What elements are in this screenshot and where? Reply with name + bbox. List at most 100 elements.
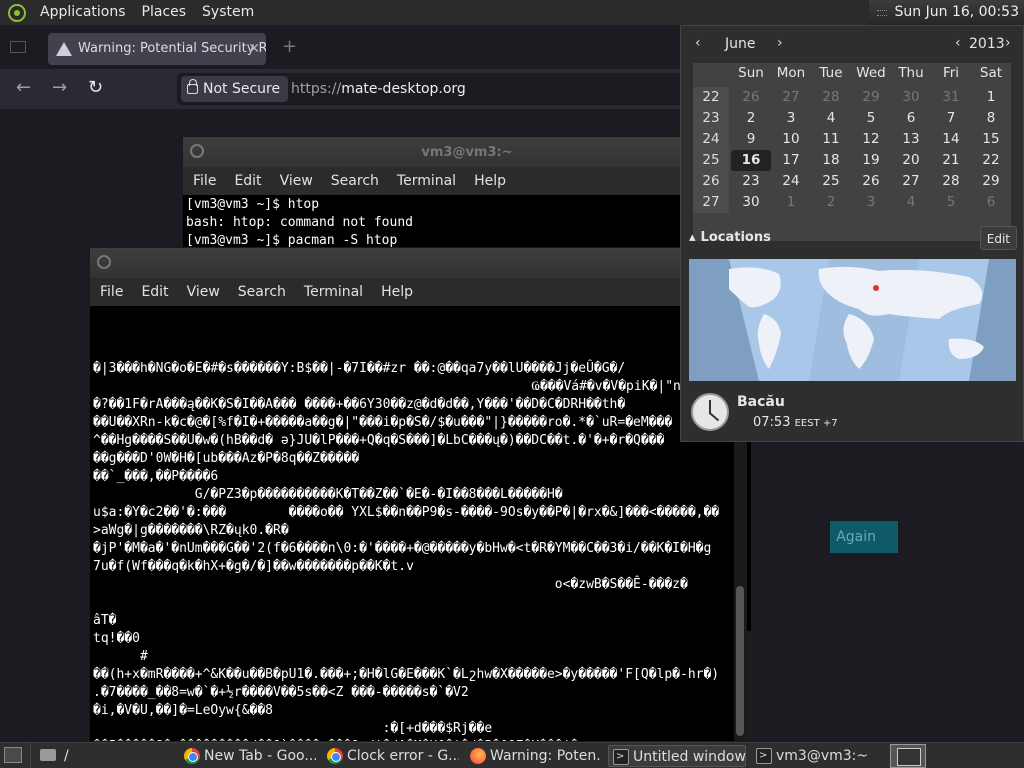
calendar-day[interactable]: 6 xyxy=(891,108,931,129)
calendar-day[interactable]: 18 xyxy=(811,150,851,171)
folder-icon[interactable] xyxy=(40,749,56,761)
applications-menu[interactable]: Applications xyxy=(32,0,134,25)
terminal-line: �jP'�M�a�'�nUm���G��'2(f�6����n\0:�'����… xyxy=(93,541,712,556)
system-menu[interactable]: System xyxy=(194,0,262,25)
show-desktop-icon[interactable] xyxy=(4,747,22,763)
calendar-day[interactable]: 19 xyxy=(851,150,891,171)
menu-edit[interactable]: Edit xyxy=(232,167,269,195)
calendar-day[interactable]: 24 xyxy=(771,171,811,192)
calendar-day[interactable]: 29 xyxy=(971,171,1011,192)
new-tab-button[interactable]: + xyxy=(282,36,297,57)
calendar-day[interactable]: 5 xyxy=(931,192,971,213)
calendar-week-row: 22 26 27 28 29 30 31 1 xyxy=(693,87,1011,108)
calendar-day[interactable]: 26 xyxy=(851,171,891,192)
panel-clock[interactable]: Sun Jun 16, 00:53 xyxy=(868,0,1024,25)
menu-search[interactable]: Search xyxy=(236,278,294,306)
calendar-day[interactable]: 10 xyxy=(771,129,811,150)
calendar-day[interactable]: 3 xyxy=(851,192,891,213)
calendar-day[interactable]: 6 xyxy=(971,192,1011,213)
calendar-popup: ‹ June › ‹ 2013 › Sun Mon Tue Wed Thu Fri Sat 2… xyxy=(680,25,1024,442)
calendar-day[interactable]: 4 xyxy=(811,108,851,129)
calendar-day[interactable]: 1 xyxy=(771,192,811,213)
tab-close-button[interactable]: ✕ xyxy=(248,33,260,65)
locations-header[interactable]: Locations xyxy=(689,230,771,245)
menu-file[interactable]: File xyxy=(191,167,224,195)
taskbar-item-clock-error[interactable]: Clock error - G... xyxy=(323,745,459,767)
calendar-day[interactable]: 25 xyxy=(811,171,851,192)
taskbar-item-label: vm3@vm3:~ xyxy=(776,748,869,764)
scrollbar-thumb[interactable] xyxy=(736,586,744,736)
top-panel: Applications Places System Sun Jun 16, 0… xyxy=(0,0,1024,25)
calendar-day[interactable]: 2 xyxy=(811,192,851,213)
calendar-header: ‹ June › ‹ 2013 › xyxy=(685,32,1019,58)
path-label[interactable]: / xyxy=(64,745,69,767)
mate-logo-icon[interactable] xyxy=(8,3,26,22)
calendar-day[interactable]: 17 xyxy=(771,150,811,171)
taskbar-item-new-tab[interactable]: New Tab - Goo... xyxy=(180,745,316,767)
bottom-panel: / New Tab - Goo... Clock error - G... Wa… xyxy=(0,742,1024,768)
calendar-day[interactable]: 13 xyxy=(891,129,931,150)
terminal-back-titlebar[interactable]: vm3@vm3:~ xyxy=(183,137,751,167)
menu-view[interactable]: View xyxy=(278,167,321,195)
calendar-day[interactable]: 2 xyxy=(731,108,771,129)
security-indicator[interactable]: Not Secure xyxy=(181,76,289,102)
calendar-day[interactable]: 30 xyxy=(731,192,771,213)
calendar-day[interactable]: 27 xyxy=(771,87,811,108)
calendar-day[interactable]: 7 xyxy=(931,108,971,129)
calendar-day[interactable]: 5 xyxy=(851,108,891,129)
calendar-day[interactable]: 15 xyxy=(971,129,1011,150)
calendar-day[interactable]: 3 xyxy=(771,108,811,129)
calendar-day[interactable]: 8 xyxy=(971,108,1011,129)
calendar-day[interactable]: 22 xyxy=(971,150,1011,171)
calendar-day[interactable]: 9 xyxy=(731,129,771,150)
edit-locations-button[interactable]: Edit xyxy=(979,226,1017,250)
next-year-icon[interactable]: › xyxy=(1005,35,1011,51)
calendar-day-today[interactable]: 16 xyxy=(731,150,771,171)
window-menu-icon[interactable] xyxy=(97,255,111,269)
calendar-day[interactable]: 29 xyxy=(851,87,891,108)
calendar-day[interactable]: 28 xyxy=(811,87,851,108)
next-month-icon[interactable]: › xyxy=(777,35,783,51)
terminal-line: ^��Hg����S��U�w�(hB��d� ә}JU�lP���+Q�q�S… xyxy=(93,433,665,448)
calendar-day[interactable]: 23 xyxy=(731,171,771,192)
calendar-day[interactable]: 11 xyxy=(811,129,851,150)
prev-year-icon[interactable]: ‹ xyxy=(955,35,961,51)
calendar-day[interactable]: 21 xyxy=(931,150,971,171)
taskbar-item-untitled-window[interactable]: Untitled window xyxy=(608,745,746,767)
url-text[interactable]: https://mate-desktop.org xyxy=(291,73,466,105)
taskbar-item-vm3[interactable]: vm3@vm3:~ xyxy=(752,745,888,767)
terminal-front-titlebar[interactable] xyxy=(90,248,746,278)
calendar-day[interactable]: 1 xyxy=(971,87,1011,108)
reload-icon[interactable]: ↻ xyxy=(88,77,103,98)
menu-edit[interactable]: Edit xyxy=(139,278,176,306)
calendar-day[interactable]: 27 xyxy=(891,171,931,192)
menu-search[interactable]: Search xyxy=(329,167,387,195)
back-arrow-icon[interactable]: ← xyxy=(16,77,31,98)
prev-month-icon[interactable]: ‹ xyxy=(695,35,701,51)
calendar-year: 2013 xyxy=(969,36,1005,52)
lock-icon xyxy=(187,79,198,94)
menu-terminal[interactable]: Terminal xyxy=(302,278,371,306)
terminal-front-output[interactable]: b���gM�|3���h�NG�o�E�#�s������Y:B$��|-�7… xyxy=(90,306,746,741)
calendar-day[interactable]: 28 xyxy=(931,171,971,192)
calendar-day[interactable]: 20 xyxy=(891,150,931,171)
taskbar-item-warning[interactable]: Warning: Poten... xyxy=(466,745,602,767)
calendar-day[interactable]: 31 xyxy=(931,87,971,108)
workspace-switcher[interactable] xyxy=(890,744,926,768)
menu-view[interactable]: View xyxy=(185,278,228,306)
calendar-day[interactable]: 12 xyxy=(851,129,891,150)
calendar-day[interactable]: 4 xyxy=(891,192,931,213)
url-bar[interactable]: Not Secure https://mate-desktop.org xyxy=(177,73,697,105)
forward-arrow-icon[interactable]: → xyxy=(52,77,67,98)
menu-terminal[interactable]: Terminal xyxy=(395,167,464,195)
tab-list-icon[interactable] xyxy=(10,41,26,53)
menu-help[interactable]: Help xyxy=(379,278,421,306)
menu-file[interactable]: File xyxy=(98,278,131,306)
calendar-day[interactable]: 30 xyxy=(891,87,931,108)
try-again-button[interactable]: Again xyxy=(830,521,898,553)
places-menu[interactable]: Places xyxy=(134,0,195,25)
calendar-day[interactable]: 26 xyxy=(731,87,771,108)
calendar-day[interactable]: 14 xyxy=(931,129,971,150)
menu-help[interactable]: Help xyxy=(472,167,514,195)
browser-tab[interactable]: Warning: Potential Security Risk Ahead ✕ xyxy=(48,33,266,65)
